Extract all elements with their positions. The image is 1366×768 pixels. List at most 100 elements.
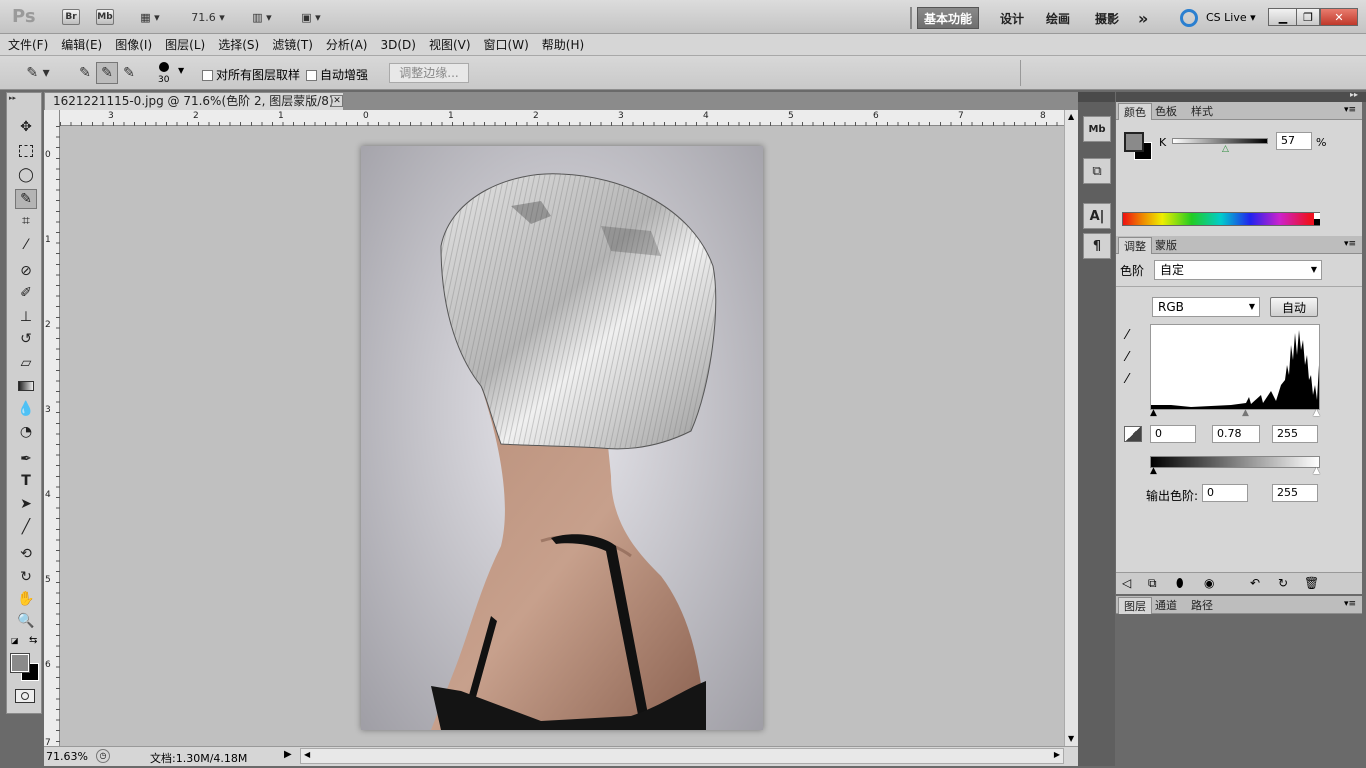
document-tab[interactable]: 1621221115-0.jpg @ 71.6%(色阶 2, 图层蒙版/8) *… [44, 92, 344, 125]
preset-select[interactable]: 自定 [1154, 260, 1322, 280]
hand-tool-icon[interactable]: ✋ [15, 589, 37, 609]
menu-analysis[interactable]: 分析(A) [326, 36, 368, 53]
zoom-tool-icon[interactable]: 🔍 [15, 611, 37, 631]
more-workspaces-icon[interactable]: » [1132, 7, 1154, 29]
menu-image[interactable]: 图像(I) [115, 36, 152, 53]
color-ramp-bw[interactable] [1314, 213, 1320, 225]
healing-brush-tool-icon[interactable]: ⊘ [15, 261, 37, 281]
mini-bridge-icon[interactable]: Mb [1083, 116, 1111, 142]
new-selection-icon[interactable]: ✎ [74, 62, 96, 84]
collapse-panels-icon[interactable]: ▸▸ [1350, 90, 1358, 99]
scroll-right-icon[interactable]: ▶ [1054, 750, 1060, 759]
visibility-eye-icon[interactable]: ◉ [1204, 576, 1214, 590]
quick-selection-tool-icon[interactable]: ✎ [15, 189, 37, 209]
restore-button[interactable]: ❐ [1296, 8, 1320, 26]
clipping-warning-icon[interactable] [1124, 426, 1142, 442]
screen-mode-button[interactable]: ▣ ▾ [294, 7, 328, 27]
output-black-field[interactable]: 0 [1202, 484, 1248, 502]
tab-masks[interactable]: 蒙版 [1150, 237, 1182, 254]
lasso-tool-icon[interactable]: ◯ [15, 165, 37, 185]
workspace-painting[interactable]: 绘画 [1040, 7, 1076, 29]
reset-icon[interactable]: ↻ [1278, 576, 1288, 590]
tab-color[interactable]: 颜色 [1118, 103, 1152, 120]
marquee-tool-icon[interactable] [15, 141, 37, 161]
auto-enhance-checkbox[interactable]: 自动增强 [306, 66, 368, 83]
refine-edge-button[interactable]: 调整边缘... [389, 63, 469, 83]
horizontal-scrollbar[interactable]: ◀ ▶ [300, 748, 1064, 764]
swap-colors-icon[interactable]: ⇆ [29, 635, 37, 646]
scroll-down-icon[interactable]: ▼ [1068, 734, 1074, 743]
trash-icon[interactable]: 🗑 [1304, 576, 1319, 590]
move-tool-icon[interactable]: ✥ [15, 117, 37, 137]
line-tool-icon[interactable]: ╱ [15, 517, 37, 537]
mini-bridge-button[interactable]: Mb [96, 7, 114, 27]
panel-menu-icon[interactable]: ▾≡ [1344, 599, 1356, 609]
tab-layers[interactable]: 图层 [1118, 597, 1152, 614]
back-arrow-icon[interactable]: ◁ [1122, 576, 1131, 590]
k-value-field[interactable]: 57 [1276, 132, 1312, 150]
menu-window[interactable]: 窗口(W) [484, 36, 529, 53]
panel-menu-icon[interactable]: ▾≡ [1344, 105, 1356, 115]
output-white-slider[interactable]: ▲ [1313, 466, 1320, 476]
input-white-slider[interactable]: ▲ [1313, 408, 1320, 418]
document-image[interactable] [361, 146, 763, 730]
character-icon[interactable]: A| [1083, 203, 1111, 229]
auto-button[interactable]: 自动 [1270, 297, 1318, 317]
blur-tool-icon[interactable]: 💧 [15, 399, 37, 419]
white-point-eyedropper-icon[interactable]: ⁄ [1126, 372, 1128, 387]
channel-select[interactable]: RGB [1152, 297, 1260, 317]
history-brush-tool-icon[interactable]: ↺ [15, 329, 37, 349]
panel-menu-icon[interactable]: ▾≡ [1344, 239, 1356, 249]
expand-view-icon[interactable]: ⧉ [1148, 576, 1157, 591]
tab-adjustments[interactable]: 调整 [1118, 237, 1152, 254]
menu-select[interactable]: 选择(S) [218, 36, 259, 53]
gradient-tool-icon[interactable] [15, 376, 37, 396]
minimize-button[interactable]: ▁ [1268, 8, 1298, 26]
zoom-level-dropdown[interactable]: 71.6 ▾ [186, 7, 230, 27]
add-to-selection-icon[interactable]: ✎ [96, 62, 118, 84]
output-black-slider[interactable]: ▲ [1150, 466, 1157, 476]
default-colors-icon[interactable]: ◪ [11, 636, 19, 645]
status-info-icon[interactable]: ◷ [96, 749, 110, 763]
paragraph-icon[interactable]: ¶ [1083, 233, 1111, 259]
3d-rotate-tool-icon[interactable]: ⟲ [15, 544, 37, 564]
zoom-status[interactable]: 71.63% [46, 750, 88, 763]
tab-channels[interactable]: 通道 [1150, 597, 1182, 614]
workspace-design[interactable]: 设计 [994, 7, 1030, 29]
gray-point-eyedropper-icon[interactable]: ⁄ [1126, 350, 1128, 365]
scroll-left-icon[interactable]: ◀ [304, 750, 310, 759]
arrange-documents-button[interactable]: ▥ ▾ [246, 7, 278, 27]
menu-help[interactable]: 帮助(H) [542, 36, 584, 53]
vertical-scrollbar[interactable]: ▲ ▼ [1064, 110, 1078, 746]
history-icon[interactable]: ⧉ [1083, 158, 1111, 184]
tab-styles[interactable]: 样式 [1186, 103, 1218, 120]
ruler-origin[interactable] [44, 110, 60, 126]
view-previous-icon[interactable]: ↶ [1250, 576, 1260, 590]
close-tab-icon[interactable]: ✕ [331, 95, 343, 107]
pen-tool-icon[interactable]: ✒ [15, 449, 37, 469]
input-gamma-field[interactable]: 0.78 [1212, 425, 1260, 443]
menu-layer[interactable]: 图层(L) [165, 36, 205, 53]
status-menu-arrow-icon[interactable]: ▶ [284, 749, 292, 760]
k-slider-track[interactable] [1172, 138, 1268, 144]
bridge-button[interactable]: Br [62, 7, 80, 27]
foreground-color-swatch[interactable] [1124, 132, 1144, 152]
dodge-tool-icon[interactable]: ◔ [15, 422, 37, 442]
menu-filter[interactable]: 滤镜(T) [272, 36, 313, 53]
color-ramp[interactable] [1122, 212, 1320, 226]
brush-picker[interactable]: 30 ▼ [150, 60, 190, 88]
type-tool-icon[interactable]: T [15, 471, 37, 491]
input-black-field[interactable]: 0 [1150, 425, 1196, 443]
menu-3d[interactable]: 3D(D) [380, 38, 415, 52]
clone-stamp-tool-icon[interactable]: ⊥ [15, 307, 37, 327]
view-extras-button[interactable]: ▦ ▾ [134, 7, 166, 27]
menu-view[interactable]: 视图(V) [429, 36, 471, 53]
3d-orbit-tool-icon[interactable]: ↻ [15, 567, 37, 587]
output-white-field[interactable]: 255 [1272, 484, 1318, 502]
tab-swatches[interactable]: 色板 [1150, 103, 1182, 120]
workspace-photography[interactable]: 摄影 [1089, 7, 1125, 29]
cs-live-label[interactable]: CS Live ▾ [1206, 11, 1256, 24]
slider-handle-icon[interactable]: △ [1222, 144, 1229, 154]
sample-all-layers-checkbox[interactable]: 对所有图层取样 [202, 66, 300, 83]
tool-preset-picker[interactable]: ✎ ▾ [20, 62, 56, 84]
